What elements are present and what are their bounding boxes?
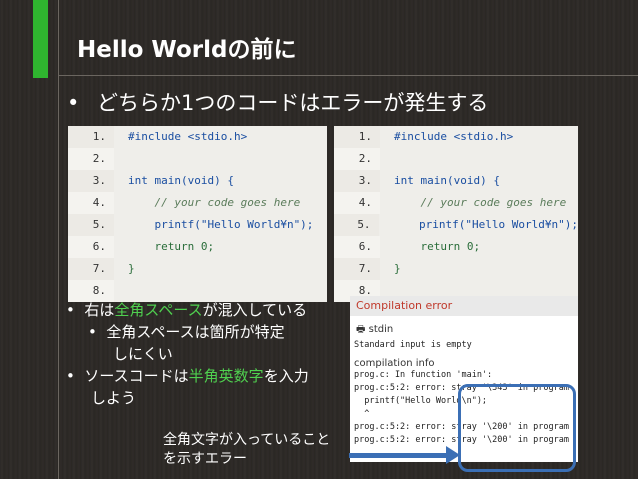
error-line: prog.c: In function 'main': xyxy=(354,370,493,380)
code-line: 2. xyxy=(68,148,327,170)
title-accent-bar xyxy=(33,0,48,78)
sub-bullet-3: • ソースコードは半角英数字を入力 xyxy=(66,367,309,385)
code-line: 5. printf("Hello World¥n"); xyxy=(334,214,578,236)
caption-line-1: 全角文字が入っていること xyxy=(163,432,331,448)
vertical-divider xyxy=(58,0,59,479)
code-line: 3. int main(void) { xyxy=(334,170,578,192)
stdin-label: 🖶 stdin xyxy=(356,324,394,335)
code-line: 1. #include <stdio.h> xyxy=(68,126,327,148)
sub-bullet-2-cont: しにくい xyxy=(113,345,173,363)
caption: 全角文字が入っていること を示すエラー xyxy=(163,431,330,469)
code-line: 2. xyxy=(334,148,578,170)
sub-bullet-2: • 全角スペースは箇所が特定 xyxy=(88,323,285,341)
code-line: 4. // your code goes here xyxy=(334,192,578,214)
code-line: 7.} xyxy=(68,258,327,280)
code-line: 6. return 0; xyxy=(334,236,578,258)
slide-title: Hello Worldの前に xyxy=(77,37,297,63)
arrow-right-icon xyxy=(446,446,460,464)
code-line: 4. // your code goes here xyxy=(68,192,327,214)
bullet-dot: • xyxy=(67,91,80,115)
arrow-shaft xyxy=(349,453,449,458)
code-line: 1. #include <stdio.h> xyxy=(334,126,578,148)
code-line: 7.} xyxy=(334,258,578,280)
caption-line-2: を示すエラー xyxy=(163,451,247,467)
code-panel-left: 1. #include <stdio.h> 2. 3. int main(void)… xyxy=(68,126,327,302)
sub-bullet-list: • 右は全角スペースが混入している • 全角スペースは箇所が特定 しにくい • … xyxy=(66,299,309,409)
error-highlight-box xyxy=(458,384,576,472)
sub-bullet-1: • 右は全角スペースが混入している xyxy=(66,301,308,319)
code-line: 3. int main(void) { xyxy=(68,170,327,192)
sub-bullet-3-cont: しよう xyxy=(91,389,137,407)
title-underline xyxy=(58,75,638,76)
stdin-text: Standard input is empty xyxy=(354,340,472,350)
printer-icon: 🖶 xyxy=(356,324,366,335)
main-bullet: • どちらか1つのコードはエラーが発生する xyxy=(67,87,488,117)
code-line: 6. return 0; xyxy=(68,236,327,258)
error-header: Compilation error xyxy=(350,296,578,316)
compile-info-label: compilation info xyxy=(354,358,435,369)
code-panel-right: 1. #include <stdio.h> 2. 3. int main(void)… xyxy=(334,126,578,302)
main-bullet-text: どちらか1つのコードはエラーが発生する xyxy=(97,91,489,115)
code-line: 5. printf("Hello World¥n"); xyxy=(68,214,327,236)
